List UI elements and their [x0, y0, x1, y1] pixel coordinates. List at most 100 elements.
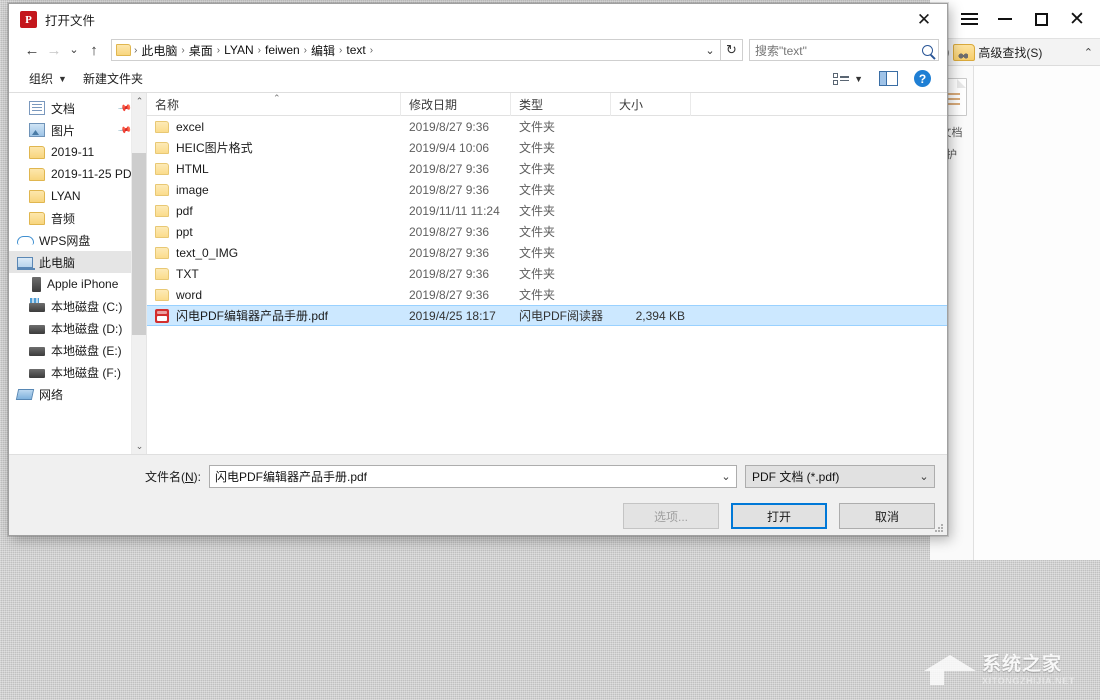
close-button[interactable]: ✕	[1060, 4, 1094, 34]
folder-icon	[155, 226, 169, 238]
table-row[interactable]: image2019/8/27 9:36文件夹	[147, 179, 947, 200]
sidebar-item-4[interactable]: LYAN	[9, 185, 146, 207]
open-button[interactable]: 打开	[731, 503, 827, 529]
file-name-cell: ppt	[147, 225, 401, 239]
dialog-title: 打开文件	[45, 10, 95, 29]
file-name-cell: 闪电PDF编辑器产品手册.pdf	[147, 307, 401, 324]
sidebar-item-label: 音频	[51, 210, 75, 227]
cancel-button[interactable]: 取消	[839, 503, 935, 529]
sidebar-item-1[interactable]: 图片📌	[9, 119, 146, 141]
table-row[interactable]: ppt2019/8/27 9:36文件夹	[147, 221, 947, 242]
file-rows: excel2019/8/27 9:36文件夹HEIC图片格式2019/9/4 1…	[147, 116, 947, 454]
column-headers: 名称 修改日期 类型 大小 ⌃	[147, 93, 947, 116]
file-name-text: TXT	[176, 267, 199, 281]
sidebar-item-6[interactable]: WPS网盘	[9, 229, 146, 251]
file-type-cell: 文件夹	[511, 244, 611, 261]
sidebar-item-5[interactable]: 音频	[9, 207, 146, 229]
file-name-text: word	[176, 288, 202, 302]
column-header-date[interactable]: 修改日期	[401, 93, 511, 116]
scroll-up-button[interactable]: ⌃	[132, 93, 147, 109]
table-row[interactable]: pdf2019/11/11 11:24文件夹	[147, 200, 947, 221]
up-button[interactable]: ↑	[83, 39, 105, 61]
sidebar-item-7[interactable]: 此电脑	[9, 251, 146, 273]
table-row[interactable]: TXT2019/8/27 9:36文件夹	[147, 263, 947, 284]
folder-icon	[116, 44, 131, 56]
navigation-sidebar: 文档📌图片📌2019-112019-11-25 PDLYAN 音频 WPS网盘此电脑…	[9, 93, 147, 454]
back-button[interactable]: ←	[21, 39, 43, 61]
table-row[interactable]: HEIC图片格式2019/9/4 10:06文件夹	[147, 137, 947, 158]
folder-icon	[155, 247, 169, 259]
preview-pane-button[interactable]	[871, 71, 906, 86]
dialog-close-button[interactable]: ✕	[901, 4, 947, 35]
watermark-chinese: 系统之家	[982, 649, 1075, 676]
chevron-down-icon[interactable]: ⌄	[718, 470, 734, 483]
minimize-button[interactable]	[988, 4, 1022, 34]
sidebar-item-9[interactable]: 本地磁盘 (C:)	[9, 295, 146, 317]
breadcrumb-item-5[interactable]: text	[343, 43, 368, 57]
table-row[interactable]: word2019/8/27 9:36文件夹	[147, 284, 947, 305]
dialog-button-row: 选项... 打开 取消	[9, 497, 947, 535]
new-folder-button[interactable]: 新建文件夹	[75, 70, 151, 87]
list-view-icon	[833, 73, 849, 85]
file-name-cell: image	[147, 183, 401, 197]
chevron-down-icon[interactable]: ⌄	[701, 44, 719, 57]
phone-icon	[32, 277, 41, 292]
maximize-button[interactable]	[1024, 4, 1058, 34]
sidebar-item-label: Apple iPhone	[47, 277, 118, 291]
sidebar-item-8[interactable]: Apple iPhone	[9, 273, 146, 295]
table-row[interactable]: HTML2019/8/27 9:36文件夹	[147, 158, 947, 179]
chevron-down-icon[interactable]: ⌄	[916, 470, 932, 483]
breadcrumb-item-2[interactable]: LYAN	[221, 43, 257, 57]
file-type-cell: 闪电PDF阅读器	[511, 307, 611, 324]
system-disk-icon	[29, 303, 45, 312]
background-window-titlebar: ✕	[930, 0, 1100, 38]
file-date-cell: 2019/8/27 9:36	[401, 225, 511, 239]
pin-icon[interactable]: 📌	[117, 122, 132, 137]
sidebar-item-label: WPS网盘	[39, 232, 90, 249]
column-header-type[interactable]: 类型	[511, 93, 611, 116]
breadcrumb-item-4[interactable]: 编辑	[308, 42, 338, 59]
new-folder-label: 新建文件夹	[83, 70, 143, 87]
sidebar-scrollbar[interactable]: ⌃ ⌄	[131, 93, 146, 454]
picture-icon	[29, 123, 45, 137]
sidebar-item-13[interactable]: 网络	[9, 383, 146, 405]
pin-icon[interactable]: 📌	[117, 100, 132, 115]
minimize-icon	[998, 18, 1012, 20]
file-size-cell: 2,394 KB	[611, 309, 691, 323]
sidebar-item-12[interactable]: 本地磁盘 (F:)	[9, 361, 146, 383]
scroll-down-button[interactable]: ⌄	[132, 438, 147, 454]
filename-label-text: 文件名	[145, 470, 181, 484]
pdf-app-icon: P	[20, 11, 37, 28]
advanced-find-label[interactable]: 高级查找(S)	[978, 44, 1042, 61]
view-mode-button[interactable]: ▼	[825, 73, 871, 85]
breadcrumb-item-3[interactable]: feiwen	[262, 43, 303, 57]
resize-grip[interactable]	[934, 523, 944, 533]
search-input[interactable]: 搜索"text"	[749, 39, 939, 61]
pdf-icon	[155, 309, 169, 323]
table-row[interactable]: 闪电PDF编辑器产品手册.pdf2019/4/25 18:17闪电PDF阅读器2…	[147, 305, 947, 326]
filename-input[interactable]: 闪电PDF编辑器产品手册.pdf ⌄	[209, 465, 737, 488]
organize-button[interactable]: 组织 ▼	[21, 70, 75, 87]
maximize-icon	[1035, 13, 1048, 26]
breadcrumb-item-0[interactable]: 此电脑	[138, 42, 180, 59]
column-header-size[interactable]: 大小	[611, 93, 691, 116]
breadcrumb-item-1[interactable]: 桌面	[186, 42, 216, 59]
table-row[interactable]: text_0_IMG2019/8/27 9:36文件夹	[147, 242, 947, 263]
folder-icon	[155, 184, 169, 196]
collapse-ribbon-icon[interactable]: ⌃	[1084, 46, 1093, 59]
sidebar-item-2[interactable]: 2019-11	[9, 141, 146, 163]
filetype-select[interactable]: PDF 文档 (*.pdf) ⌄	[745, 465, 935, 488]
help-button[interactable]: ?	[906, 70, 939, 87]
menu-icon[interactable]	[952, 4, 986, 34]
recent-locations-button[interactable]: ⌄	[65, 39, 83, 61]
sidebar-scrollbar-thumb[interactable]	[132, 153, 147, 335]
refresh-button[interactable]: ↻	[721, 39, 743, 61]
sidebar-item-0[interactable]: 文档📌	[9, 97, 146, 119]
breadcrumb[interactable]: › 此电脑 › 桌面 › LYAN › feiwen › 编辑 › text ›…	[111, 39, 721, 61]
file-name-cell: word	[147, 288, 401, 302]
sidebar-item-11[interactable]: 本地磁盘 (E:)	[9, 339, 146, 361]
sidebar-item-10[interactable]: 本地磁盘 (D:)	[9, 317, 146, 339]
sidebar-item-label: 本地磁盘 (D:)	[51, 320, 122, 337]
table-row[interactable]: excel2019/8/27 9:36文件夹	[147, 116, 947, 137]
sidebar-item-3[interactable]: 2019-11-25 PD	[9, 163, 146, 185]
